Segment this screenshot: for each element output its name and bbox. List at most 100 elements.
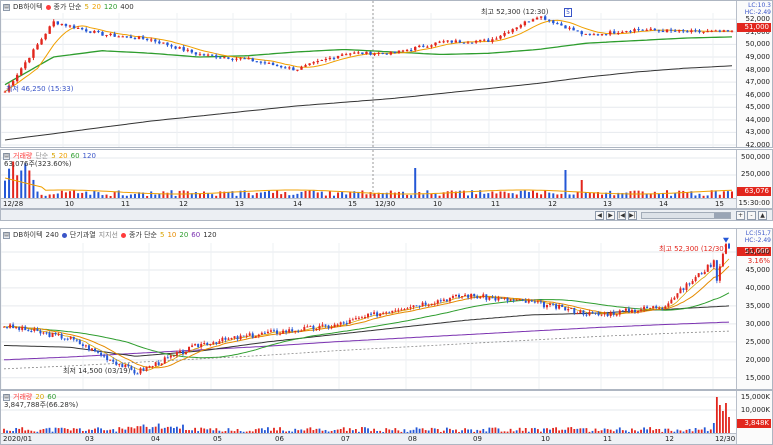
candle-body	[316, 60, 319, 63]
daily-candle-body	[288, 329, 291, 333]
candle-body	[198, 54, 202, 56]
candle-body	[145, 38, 149, 40]
top-x-label: 15	[348, 200, 357, 208]
candle-body	[154, 39, 157, 42]
daily-volume-bar	[715, 397, 718, 433]
candle-body	[259, 61, 263, 63]
scroll-thumb[interactable]	[714, 213, 730, 218]
candle-body	[324, 58, 328, 60]
candle-body	[588, 33, 592, 35]
daily-candle-body	[691, 281, 694, 284]
candle-body	[101, 31, 104, 36]
candle-body	[637, 29, 640, 31]
candle-body	[56, 21, 59, 25]
zoom-out-button[interactable]: -	[747, 211, 756, 220]
bottom-x-label: 11	[603, 435, 612, 443]
daily-candle-body	[282, 330, 285, 334]
daily-candle-body	[385, 312, 388, 314]
candle-body	[336, 55, 340, 59]
top-high-marker[interactable]: 5	[564, 8, 572, 17]
daily-candle-body	[412, 305, 415, 308]
candle-body	[15, 74, 19, 82]
daily-candle-body	[721, 253, 724, 267]
top-price-chart	[1, 1, 738, 147]
top-x-label: 12	[179, 200, 188, 208]
collapse-button[interactable]: ▲	[758, 211, 767, 220]
top-y-axis[interactable]: LC:10.3 HC:-2.49 52,00051,00050,00049,00…	[736, 1, 772, 147]
candle-body	[625, 31, 628, 33]
top-price-panel[interactable]: ▤ DB하이텍 종가 단순 5 20 120 400 최고 52,300 (12…	[0, 0, 773, 148]
candle-body	[178, 47, 181, 49]
candle-body	[68, 25, 72, 27]
candle-body	[702, 31, 705, 33]
daily-candle-body	[445, 299, 448, 302]
zoom-in-button[interactable]: +	[736, 211, 745, 220]
volume-type-icon[interactable]: ▤	[3, 152, 10, 160]
daily-candle-body	[72, 336, 75, 340]
candle-body	[458, 40, 462, 43]
daily-candle-body	[506, 297, 509, 301]
daily-volume-bar	[157, 423, 160, 433]
candle-body	[499, 35, 502, 39]
volume-bar	[531, 190, 534, 198]
candle-body	[503, 32, 506, 36]
scroll-start-button[interactable]: |◀	[617, 211, 626, 220]
daily-candle-body	[81, 344, 84, 346]
daily-candle-body	[503, 297, 506, 299]
daily-candle-body	[521, 299, 524, 301]
daily-candle-body	[467, 294, 470, 298]
daily-candle-body	[688, 283, 691, 285]
daily-candle-body	[115, 361, 118, 365]
volume-type-icon[interactable]: ▤	[3, 393, 10, 401]
daily-candle-body	[421, 302, 424, 307]
bottom-volume-panel[interactable]: ▤ 거래량 20 60 3,847,788주(66.28%) 2020/01 03…	[0, 390, 773, 445]
scroll-left-button[interactable]: ◀	[595, 211, 604, 220]
top-volume-y-axis[interactable]: 500,000 250,000 63,076 15:30:00	[736, 150, 772, 208]
daily-candle-body	[60, 334, 63, 339]
bottom-price-panel[interactable]: ▤ DB하이텍 240 단기과열 지지선 종가 단순 5 10 20 60 12…	[0, 228, 773, 390]
daily-candle-body	[376, 312, 379, 317]
top-x-label: 13	[235, 200, 244, 208]
top-high-annotation: 최고 52,300 (12:30)	[481, 8, 549, 16]
candle-body	[600, 34, 604, 36]
daily-candle-body	[670, 299, 673, 304]
candle-body	[28, 57, 31, 63]
daily-candle-body	[597, 313, 600, 316]
daily-volume-bar	[142, 424, 145, 433]
chart-type-icon[interactable]: ▤	[3, 3, 10, 11]
scroll-end-button[interactable]: ▶|	[628, 211, 637, 220]
candle-body	[596, 34, 600, 36]
daily-candle-body	[485, 294, 488, 300]
bottom-x-label: 10	[541, 435, 550, 443]
volume-bar	[68, 191, 71, 198]
daily-candle-body	[697, 273, 700, 278]
daily-candle-body	[612, 312, 615, 315]
top-vol-tick: 250,000	[741, 170, 770, 178]
candle-body	[495, 38, 498, 40]
candle-body	[369, 51, 372, 55]
bottom-volume-y-axis[interactable]: 15,000K 10,000K 3,848K	[736, 391, 772, 444]
candle-body	[710, 30, 713, 32]
legend-b10: 10	[167, 231, 177, 239]
scroll-right-button[interactable]: ▶	[606, 211, 615, 220]
top-symbol[interactable]: DB하이텍	[13, 2, 43, 12]
daily-candle-body	[118, 364, 121, 366]
bottom-symbol[interactable]: DB하이텍	[13, 230, 43, 240]
bottom-y-tick: 25,000	[745, 337, 771, 346]
bottom-x-label: 08	[408, 435, 417, 443]
daily-candle-body	[561, 304, 564, 308]
daily-candle-body	[163, 357, 166, 364]
chart-type-icon[interactable]: ▤	[3, 231, 10, 239]
candle-body	[170, 45, 173, 47]
candle-body	[190, 49, 194, 53]
candle-body	[60, 23, 64, 25]
support-line	[3, 330, 730, 370]
candle-body	[129, 36, 133, 39]
bottom-y-axis[interactable]: LC:(51,7 HC:-2.49 51,000 3.16% 50,000 45,…	[736, 229, 772, 389]
candle-body	[653, 28, 657, 31]
chart-scrollbar[interactable]	[641, 212, 731, 219]
daily-candle-body	[555, 304, 558, 309]
top-volume-panel[interactable]: ▤ 거래량 단순 5 20 60 120 63,076주(323.60%) 12…	[0, 149, 773, 209]
candle-body	[564, 25, 567, 29]
candle-body	[214, 55, 218, 58]
